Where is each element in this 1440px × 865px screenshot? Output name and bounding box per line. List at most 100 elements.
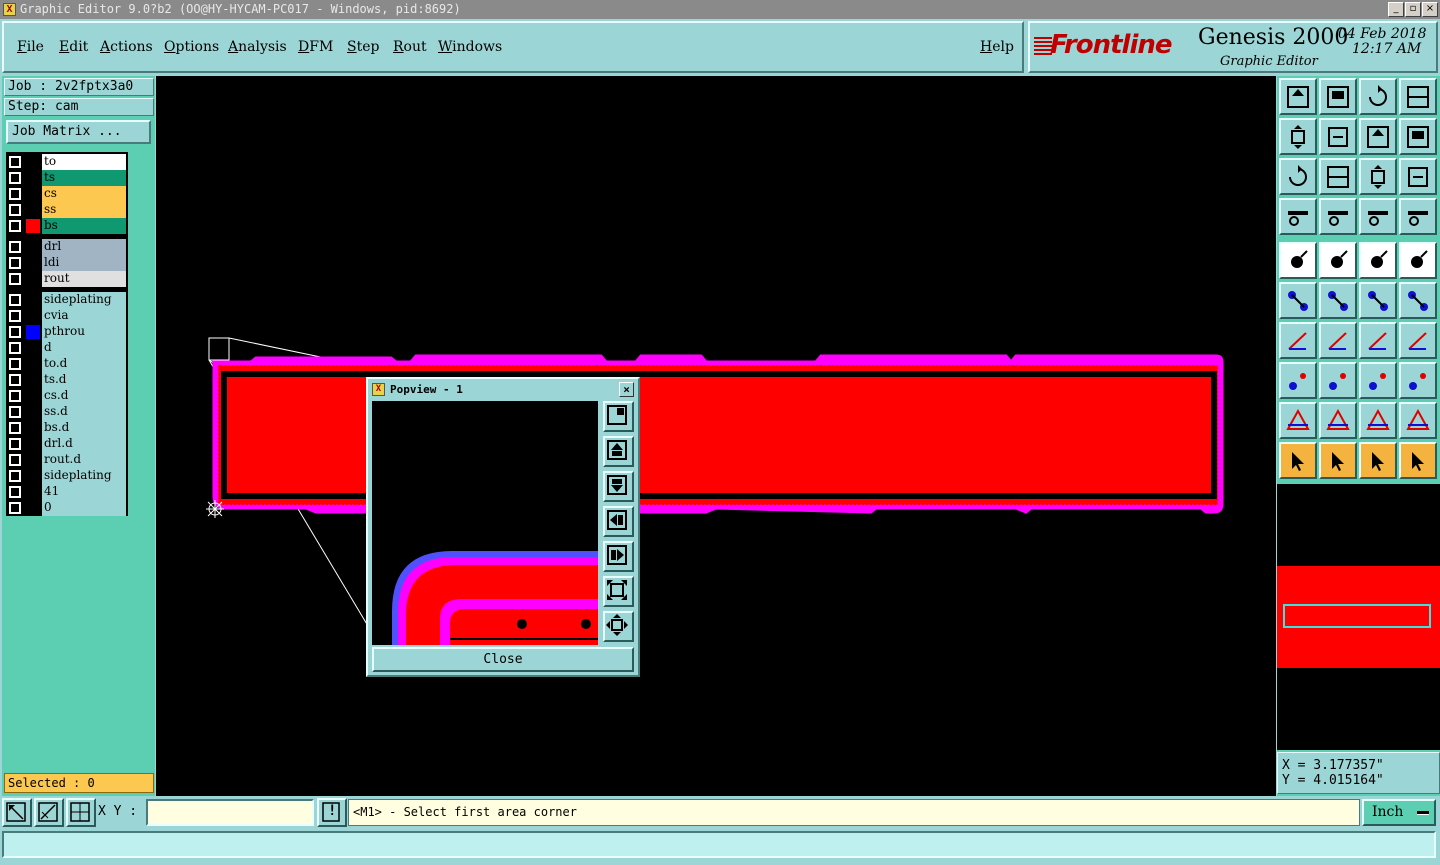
layer-checkbox[interactable] xyxy=(9,188,21,200)
job-matrix-button[interactable]: Job Matrix ... xyxy=(6,120,151,144)
popview-viewport[interactable] xyxy=(372,401,598,645)
layer-name[interactable]: cs.d xyxy=(42,388,126,404)
pointer-circle-button[interactable] xyxy=(1359,442,1397,479)
layer-checkbox[interactable] xyxy=(9,438,21,450)
probe-button[interactable] xyxy=(1319,198,1357,235)
popview-pan-down-button[interactable] xyxy=(603,471,634,502)
layer-row[interactable]: bs xyxy=(6,218,128,234)
path-button[interactable] xyxy=(1399,442,1437,479)
menu-help[interactable]: Help xyxy=(980,39,1014,55)
menu-dfm[interactable]: DFM xyxy=(298,39,333,55)
popview-pan-right-button[interactable] xyxy=(603,541,634,572)
layer-row[interactable]: 0 xyxy=(6,500,128,516)
flip-button[interactable] xyxy=(1399,322,1437,359)
feature-select-button[interactable] xyxy=(1279,242,1317,279)
layer-name[interactable]: bs xyxy=(42,218,126,234)
layer-name[interactable]: 41 xyxy=(42,484,126,500)
layer-name[interactable]: rout.d xyxy=(42,452,126,468)
layer-row[interactable]: rout xyxy=(6,271,128,287)
layer-name[interactable]: to.d xyxy=(42,356,126,372)
menu-options[interactable]: Options xyxy=(164,39,219,55)
zoom-center-button[interactable] xyxy=(1319,158,1357,195)
layer-row[interactable]: pthrou xyxy=(6,324,128,340)
point-button[interactable] xyxy=(1359,282,1397,319)
menu-analysis[interactable]: Analysis xyxy=(228,39,287,55)
arch-button[interactable] xyxy=(1359,402,1397,439)
layer-color-button[interactable] xyxy=(1359,198,1397,235)
xy-input[interactable] xyxy=(146,799,314,826)
layer-name[interactable]: 0 xyxy=(42,500,126,516)
layer-stack-button[interactable] xyxy=(1399,198,1437,235)
layer-row[interactable]: d xyxy=(6,340,128,356)
triangle-button[interactable] xyxy=(1279,402,1317,439)
layer-checkbox[interactable] xyxy=(9,406,21,418)
tools-button[interactable] xyxy=(1279,198,1317,235)
layer-name[interactable]: sideplating xyxy=(42,292,126,308)
pan-right-page-button[interactable] xyxy=(1319,118,1357,155)
layer-row[interactable]: cvia xyxy=(6,308,128,324)
snap-button[interactable] xyxy=(2,798,32,827)
layer-checkbox[interactable] xyxy=(9,204,21,216)
gear-group-button[interactable] xyxy=(1399,362,1437,399)
layer-name[interactable]: bs.d xyxy=(42,420,126,436)
layer-checkbox[interactable] xyxy=(9,454,21,466)
window-pane-button[interactable] xyxy=(1399,78,1437,115)
arrow-point-button[interactable] xyxy=(1399,282,1437,319)
layer-name[interactable]: ldi xyxy=(42,255,126,271)
maximize-button[interactable]: ▫ xyxy=(1405,2,1421,17)
window-title-bar[interactable]: X Graphic Editor 9.0?b2 (OO@HY-HYCAM-PC0… xyxy=(0,0,1440,19)
layer-row[interactable]: ss.d xyxy=(6,404,128,420)
popview-zoom-in-button[interactable] xyxy=(603,401,634,432)
layer-checkbox[interactable] xyxy=(9,294,21,306)
layer-row[interactable]: sideplating xyxy=(6,468,128,484)
alert-button[interactable]: ! xyxy=(317,798,347,827)
layer-row[interactable]: ts xyxy=(6,170,128,186)
layer-name[interactable]: cs xyxy=(42,186,126,202)
popview-zoom-home-button[interactable] xyxy=(603,611,634,642)
pointer-button[interactable] xyxy=(1279,442,1317,479)
pad-button[interactable] xyxy=(1399,242,1437,279)
layer-checkbox[interactable] xyxy=(9,470,21,482)
layer-name[interactable]: cvia xyxy=(42,308,126,324)
layer-row[interactable]: drl xyxy=(6,239,128,255)
popview-fit-button[interactable] xyxy=(603,576,634,607)
measure-point-button[interactable] xyxy=(1279,362,1317,399)
layer-row[interactable]: ldi xyxy=(6,255,128,271)
undo-button[interactable] xyxy=(1359,118,1397,155)
layer-row[interactable]: drl.d xyxy=(6,436,128,452)
grid-button[interactable] xyxy=(66,798,96,827)
layer-name[interactable]: drl.d xyxy=(42,436,126,452)
layer-name[interactable]: d xyxy=(42,340,126,356)
layer-checkbox[interactable] xyxy=(9,172,21,184)
layer-checkbox[interactable] xyxy=(9,374,21,386)
layer-row[interactable]: rout.d xyxy=(6,452,128,468)
layer-row[interactable]: bs.d xyxy=(6,420,128,436)
help-button[interactable] xyxy=(1399,158,1437,195)
graphic-canvas[interactable] xyxy=(156,76,1276,796)
triangle-select-button[interactable] xyxy=(1319,402,1357,439)
diagonal-button[interactable] xyxy=(1319,322,1357,359)
ratio-button[interactable] xyxy=(1359,158,1397,195)
layer-checkbox[interactable] xyxy=(9,422,21,434)
layer-row[interactable]: to xyxy=(6,154,128,170)
menu-edit[interactable]: Edit xyxy=(59,39,88,55)
slope-button[interactable] xyxy=(1279,322,1317,359)
popview-dialog[interactable]: X Popview - 1 × Close xyxy=(366,377,640,677)
layer-checkbox[interactable] xyxy=(9,358,21,370)
layer-row[interactable]: ss xyxy=(6,202,128,218)
pan-left-page-button[interactable] xyxy=(1279,118,1317,155)
menu-rout[interactable]: Rout xyxy=(393,39,427,55)
line-draw-button[interactable] xyxy=(1319,242,1357,279)
menu-actions[interactable]: Actions xyxy=(100,39,153,55)
rotate-button[interactable] xyxy=(1359,322,1397,359)
arch-move-button[interactable] xyxy=(1399,402,1437,439)
pointer-box-button[interactable] xyxy=(1319,442,1357,479)
layer-checkbox[interactable] xyxy=(9,502,21,514)
layer-name[interactable]: ss.d xyxy=(42,404,126,420)
layer-checkbox[interactable] xyxy=(9,241,21,253)
layer-checkbox[interactable] xyxy=(9,326,21,338)
popview-close-button[interactable]: Close xyxy=(372,647,634,672)
layer-name[interactable]: sideplating xyxy=(42,468,126,484)
popview-close-icon[interactable]: × xyxy=(619,382,634,397)
layer-checkbox[interactable] xyxy=(9,310,21,322)
